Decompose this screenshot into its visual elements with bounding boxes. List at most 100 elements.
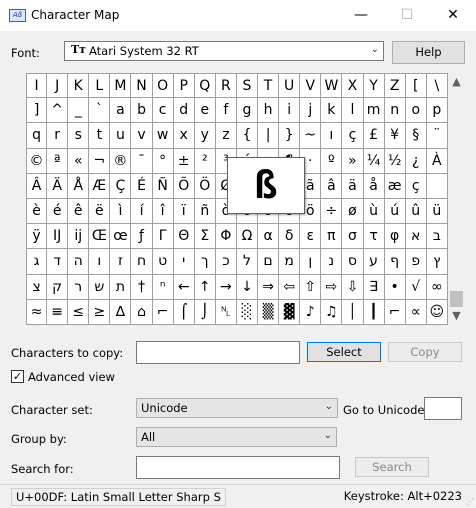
- character-cell[interactable]: Õ: [173, 173, 195, 199]
- character-cell[interactable]: g: [236, 98, 259, 124]
- grid-scrollbar[interactable]: ▲ ▼: [448, 73, 465, 325]
- character-cell[interactable]: S: [236, 73, 259, 99]
- search-button[interactable]: Search: [355, 457, 429, 477]
- character-cell[interactable]: k: [321, 98, 343, 124]
- scroll-thumb[interactable]: [450, 291, 463, 307]
- character-cell[interactable]: ®: [110, 148, 132, 174]
- character-cell[interactable]: å: [363, 173, 385, 199]
- character-cell[interactable]: é: [47, 198, 69, 225]
- character-cell[interactable]: ף: [384, 249, 406, 275]
- character-cell[interactable]: ח: [131, 249, 153, 275]
- character-cell[interactable]: Θ: [173, 224, 195, 250]
- character-cell[interactable]: R: [215, 73, 237, 99]
- character-cell[interactable]: w: [152, 123, 174, 149]
- character-cell[interactable]: ┃: [363, 299, 385, 325]
- character-cell[interactable]: Ω: [236, 224, 259, 250]
- character-cell[interactable]: O: [152, 73, 174, 99]
- character-cell[interactable]: ⇧: [300, 274, 322, 300]
- character-cell[interactable]: ת: [110, 274, 132, 300]
- copy-button[interactable]: Copy: [388, 342, 462, 362]
- character-cell[interactable]: ¼: [363, 148, 385, 174]
- character-cell[interactable]: Â: [26, 173, 48, 199]
- character-cell[interactable]: α: [258, 224, 280, 250]
- character-cell[interactable]: ז: [110, 249, 132, 275]
- character-cell[interactable]: •: [384, 274, 406, 300]
- character-cell[interactable]: ⌡: [194, 299, 216, 325]
- character-cell[interactable]: æ: [384, 173, 406, 199]
- character-cell[interactable]: ≤: [68, 299, 90, 325]
- character-cell[interactable]: ø: [342, 198, 364, 225]
- character-cell[interactable]: q: [26, 123, 48, 149]
- character-cell[interactable]: א: [405, 224, 427, 250]
- character-cell[interactable]: ©: [26, 148, 48, 174]
- character-cell[interactable]: ⌂: [131, 299, 153, 325]
- character-cell[interactable]: ≡: [47, 299, 69, 325]
- character-cell[interactable]: τ: [363, 224, 385, 250]
- character-cell[interactable]: ı: [321, 123, 343, 149]
- character-cell[interactable]: Σ: [194, 224, 216, 250]
- character-cell[interactable]: ∞: [426, 274, 448, 300]
- character-cell[interactable]: ÿ: [26, 224, 48, 250]
- character-cell[interactable]: {: [236, 123, 259, 149]
- character-cell[interactable]: Ä: [47, 173, 69, 199]
- character-cell[interactable]: מ: [279, 249, 301, 275]
- character-cell[interactable]: ≈: [26, 299, 48, 325]
- character-cell[interactable]: ¯: [131, 148, 153, 174]
- character-cell[interactable]: ñ: [194, 198, 216, 225]
- character-cell[interactable]: e: [194, 98, 216, 124]
- character-cell[interactable]: v: [131, 123, 153, 149]
- character-cell[interactable]: כ: [215, 249, 237, 275]
- character-cell[interactable]: â: [321, 173, 343, 199]
- character-cell[interactable]: נ: [321, 249, 343, 275]
- character-cell[interactable]: Φ: [215, 224, 237, 250]
- character-cell[interactable]: |: [258, 123, 280, 149]
- character-cell[interactable]: À: [426, 148, 448, 174]
- character-cell[interactable]: N: [131, 73, 153, 99]
- character-cell[interactable]: Q: [194, 73, 216, 99]
- character-cell[interactable]: j: [300, 98, 322, 124]
- character-cell[interactable]: [426, 173, 448, 199]
- character-cell[interactable]: ⇨: [321, 274, 343, 300]
- character-cell[interactable]: ⁿ: [152, 274, 174, 300]
- character-cell[interactable]: ¥: [384, 123, 406, 149]
- character-cell[interactable]: L: [89, 73, 111, 99]
- character-cell[interactable]: σ: [342, 224, 364, 250]
- character-cell[interactable]: a: [110, 98, 132, 124]
- character-cell[interactable]: ë: [89, 198, 111, 225]
- character-cell[interactable]: ^: [47, 98, 69, 124]
- character-cell[interactable]: o: [405, 98, 427, 124]
- character-cell[interactable]: m: [363, 98, 385, 124]
- character-cell[interactable]: c: [152, 98, 174, 124]
- character-cell[interactable]: →: [215, 274, 237, 300]
- character-cell[interactable]: Œ: [89, 224, 111, 250]
- character-cell[interactable]: ï: [173, 198, 195, 225]
- character-cell[interactable]: œ: [110, 224, 132, 250]
- character-cell[interactable]: n: [384, 98, 406, 124]
- character-cell[interactable]: ⌐: [384, 299, 406, 325]
- select-button[interactable]: Select: [307, 342, 381, 362]
- character-cell[interactable]: ↑: [194, 274, 216, 300]
- character-cell[interactable]: │: [342, 299, 364, 325]
- character-cell[interactable]: y: [194, 123, 216, 149]
- character-cell[interactable]: £: [363, 123, 385, 149]
- character-cell[interactable]: ☺: [426, 299, 448, 325]
- character-cell[interactable]: }: [279, 123, 301, 149]
- character-cell[interactable]: ~: [300, 123, 322, 149]
- character-cell[interactable]: »: [342, 148, 364, 174]
- character-cell[interactable]: p: [426, 98, 448, 124]
- character-cell[interactable]: ל: [236, 249, 259, 275]
- character-cell[interactable]: ∝: [405, 299, 427, 325]
- character-cell[interactable]: ט: [152, 249, 174, 275]
- character-cell[interactable]: צ: [26, 274, 48, 300]
- character-cell[interactable]: ∆: [110, 299, 132, 325]
- character-cell[interactable]: i: [279, 98, 301, 124]
- character-cell[interactable]: ם: [258, 249, 280, 275]
- character-cell[interactable]: X: [342, 73, 364, 99]
- character-cell[interactable]: ±: [173, 148, 195, 174]
- character-cell[interactable]: \: [426, 73, 448, 99]
- character-cell[interactable]: √: [405, 274, 427, 300]
- character-cell[interactable]: ª: [47, 148, 69, 174]
- character-cell[interactable]: δ: [279, 224, 301, 250]
- character-cell[interactable]: ו: [89, 249, 111, 275]
- character-cell[interactable]: ג: [26, 249, 48, 275]
